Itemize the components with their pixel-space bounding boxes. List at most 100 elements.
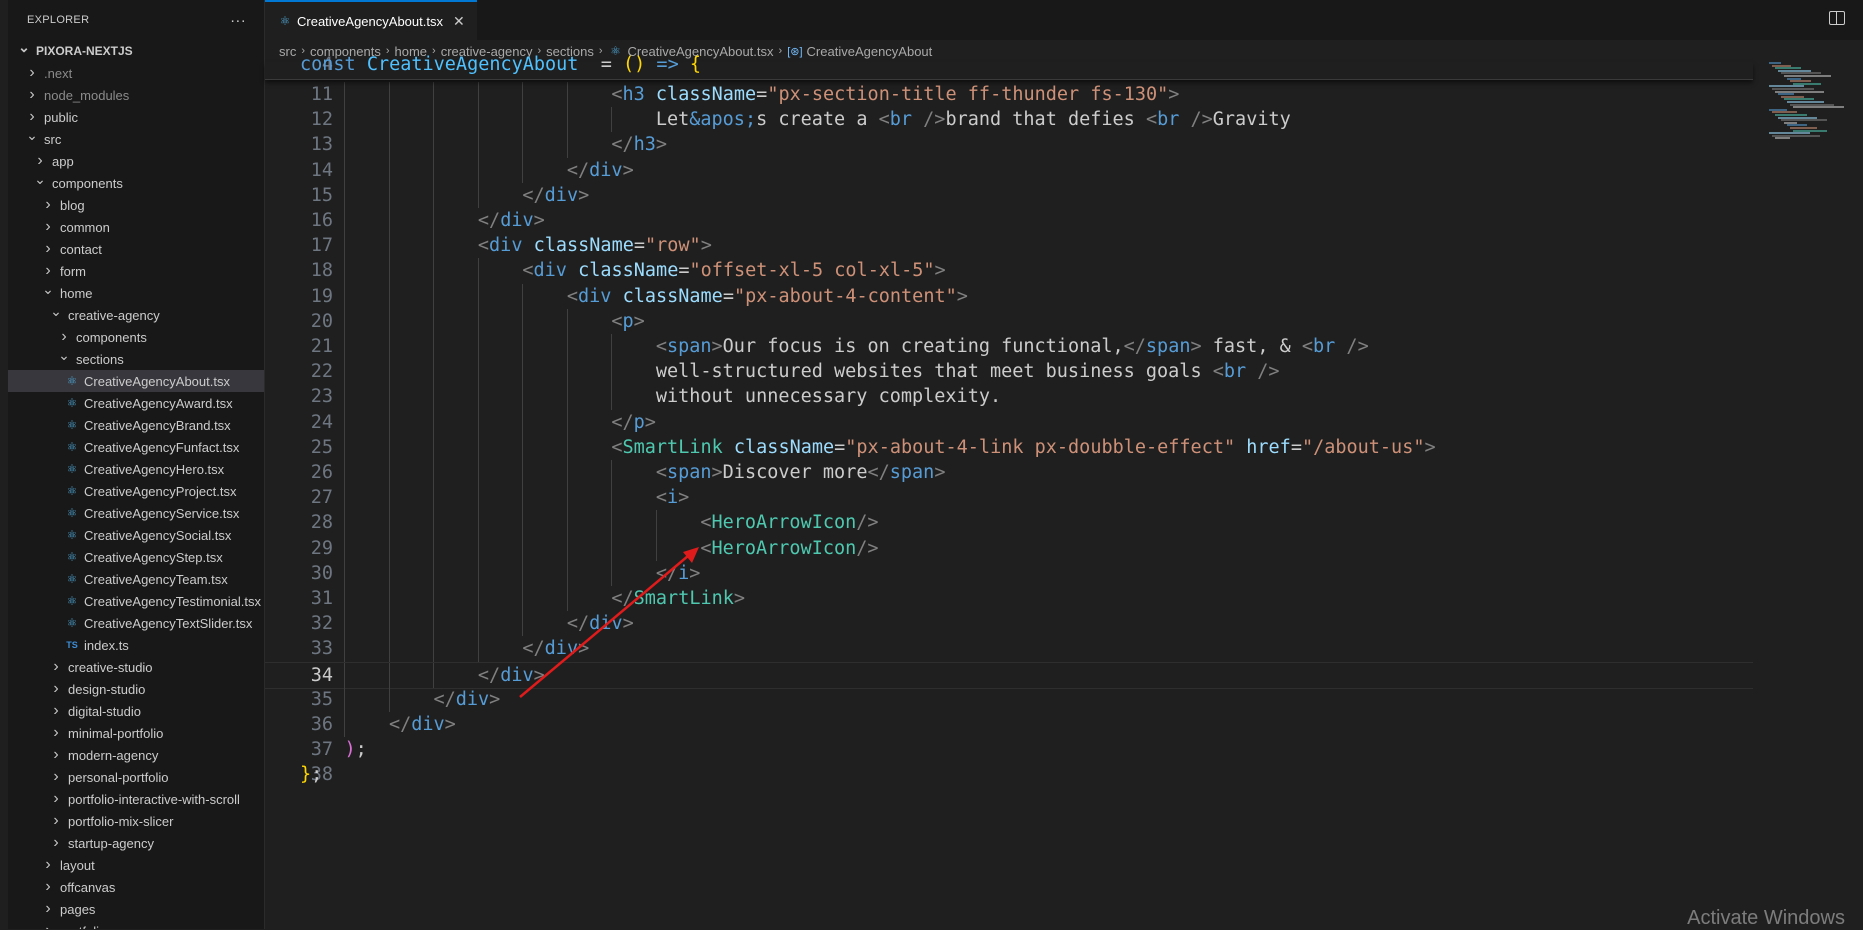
code-line[interactable]: 29 <HeroArrowIcon/> xyxy=(265,535,1753,561)
file-item[interactable]: ⚛ CreativeAgencyFunfact.tsx xyxy=(8,436,264,458)
ellipsis-icon[interactable]: ··· xyxy=(230,12,246,29)
folder-item[interactable]: › contact xyxy=(8,238,264,260)
folder-item[interactable]: › common xyxy=(8,216,264,238)
code-line[interactable]: 35 </div> xyxy=(265,686,1753,712)
code-line[interactable]: 32 </div> xyxy=(265,611,1753,637)
file-item[interactable]: TS index.ts xyxy=(8,634,264,656)
sticky-scroll-line[interactable]: 4 const CreativeAgencyAbout = () => { xyxy=(265,55,1753,80)
folder-item[interactable]: › app xyxy=(8,150,264,172)
code-line[interactable]: 14 </div> xyxy=(265,157,1753,183)
breadcrumb-item[interactable]: CreativeAgencyAbout xyxy=(807,44,933,59)
code-token: ) xyxy=(344,739,356,761)
code-line[interactable]: 22 well-structured websites that meet bus… xyxy=(265,359,1753,385)
folder-item[interactable]: › creative-studio xyxy=(8,656,264,678)
split-editor-icon[interactable] xyxy=(1829,11,1845,25)
code-token: > xyxy=(711,336,723,357)
indent-guide xyxy=(611,510,613,536)
code-token: < xyxy=(655,336,667,357)
file-item[interactable]: ⚛ CreativeAgencyAbout.tsx xyxy=(8,370,264,392)
code-line[interactable]: 26 <span>Discover more</span> xyxy=(265,460,1753,486)
tab-label: CreativeAgencyAbout.tsx xyxy=(297,13,443,29)
indent-guide xyxy=(611,107,613,133)
code-line[interactable]: 12 Let&apos;s create a <br />brand that d… xyxy=(265,107,1753,133)
chevron-right-icon: › xyxy=(53,702,59,719)
file-item[interactable]: ⚛ CreativeAgencyAward.tsx xyxy=(8,392,264,414)
folder-item[interactable]: ⌄ creative-agency xyxy=(8,303,264,326)
code-line[interactable]: 33 </div> xyxy=(265,636,1753,662)
code-text: without unnecessary complexity. xyxy=(656,384,1001,409)
file-item[interactable]: ⚛ CreativeAgencySocial.tsx xyxy=(8,524,264,546)
tab-creative-agency-about[interactable]: ⚛ CreativeAgencyAbout.tsx ✕ xyxy=(265,0,477,40)
folder-item[interactable]: › node_modules xyxy=(8,84,264,106)
folder-item[interactable]: › form xyxy=(8,260,264,282)
code-line[interactable]: 17 <div className="row"> xyxy=(265,233,1753,259)
folder-item[interactable]: › modern-agency xyxy=(8,744,264,766)
code-line[interactable]: 11 <h3 className="px-section-title ff-thu… xyxy=(265,82,1753,108)
indent-guide xyxy=(522,409,524,435)
code-line[interactable]: 31 </SmartLink> xyxy=(265,586,1753,612)
file-item[interactable]: ⚛ CreativeAgencyHero.tsx xyxy=(8,458,264,480)
folder-item[interactable]: › blog xyxy=(8,194,264,216)
code-line[interactable]: 36 </div> xyxy=(265,712,1753,738)
indent-guide xyxy=(344,233,346,259)
folder-item[interactable]: › startup-agency xyxy=(8,832,264,854)
folder-item[interactable]: ⌄ PIXORA-NEXTJS xyxy=(8,39,264,62)
code-line[interactable]: 28 <HeroArrowIcon/> xyxy=(265,510,1753,536)
code-line[interactable]: 34 </div> xyxy=(265,661,1753,689)
file-item[interactable]: ⚛ CreativeAgencyService.tsx xyxy=(8,502,264,524)
minimap[interactable] xyxy=(1763,62,1853,142)
folder-item[interactable]: › portfolio-mix-slicer xyxy=(8,810,264,832)
folder-item[interactable]: › pages xyxy=(8,898,264,920)
breadcrumb-item[interactable]: src xyxy=(279,44,296,59)
folder-item[interactable]: ⌄ sections xyxy=(8,347,264,370)
code-line[interactable]: 27 <i> xyxy=(265,485,1753,511)
chevron-right-icon: › xyxy=(53,658,59,675)
code-line[interactable]: 18 <div className="offset-xl-5 col-xl-5"> xyxy=(265,258,1753,284)
code-line[interactable]: 19 <div className="px-about-4-content"> xyxy=(265,283,1753,309)
folder-item[interactable]: ⌄ src xyxy=(8,127,264,150)
line-number: 11 xyxy=(310,84,333,105)
folder-item[interactable]: › design-studio xyxy=(8,678,264,700)
code-text: </h3> xyxy=(611,132,667,157)
code-line[interactable]: 24 </p> xyxy=(265,409,1753,435)
code-line[interactable]: 23 without unnecessary complexity. xyxy=(265,384,1753,410)
folder-item[interactable]: ⌄ home xyxy=(8,281,264,304)
code-line[interactable]: 37); xyxy=(265,737,1753,762)
folder-item[interactable]: › components xyxy=(8,326,264,348)
folder-item[interactable]: › portfolio xyxy=(8,920,264,929)
folder-item[interactable]: › personal-portfolio xyxy=(8,766,264,788)
code-token: < xyxy=(1301,336,1314,357)
folder-item[interactable]: › offcanvas xyxy=(8,876,264,898)
folder-item[interactable]: › public xyxy=(8,106,264,128)
file-item[interactable]: ⚛ CreativeAgencyTestimonial.tsx xyxy=(8,590,264,612)
code-line[interactable]: 25 <SmartLink className="px-about-4-link … xyxy=(265,434,1753,460)
folder-item[interactable]: › digital-studio xyxy=(8,700,264,722)
code-token: </ xyxy=(611,134,634,156)
file-item[interactable]: ⚛ CreativeAgencyTextSlider.tsx xyxy=(8,612,264,634)
folder-item[interactable]: › portfolio-interactive-with-scroll xyxy=(8,788,264,810)
file-item[interactable]: ⚛ CreativeAgencyProject.tsx xyxy=(8,480,264,502)
close-icon[interactable]: ✕ xyxy=(453,13,465,30)
code-editor[interactable]: 4 const CreativeAgencyAbout = () => {11 <h… xyxy=(265,55,1753,929)
code-line[interactable]: 15 </div> xyxy=(265,182,1753,208)
folder-item[interactable]: › .next xyxy=(8,62,264,84)
code-line[interactable]: 30 </i> xyxy=(265,560,1753,586)
code-line[interactable]: 16 </div> xyxy=(265,208,1753,234)
file-item[interactable]: ⚛ CreativeAgencyBrand.tsx xyxy=(8,414,264,436)
folder-item[interactable]: › layout xyxy=(8,854,264,876)
code-token: className xyxy=(611,285,723,307)
code-token: > xyxy=(733,588,746,609)
code-line[interactable]: 13 </h3> xyxy=(265,132,1753,158)
indent-guide xyxy=(522,560,524,586)
code-token: > xyxy=(622,613,634,635)
folder-item[interactable]: ⌄ components xyxy=(8,171,264,194)
file-item[interactable]: ⚛ CreativeAgencyStep.tsx xyxy=(8,546,264,568)
tree-item-label: minimal-portfolio xyxy=(68,725,164,741)
code-line[interactable]: 20 <p> xyxy=(265,308,1753,334)
folder-item[interactable]: › minimal-portfolio xyxy=(8,722,264,744)
file-item[interactable]: ⚛ CreativeAgencyTeam.tsx xyxy=(8,568,264,590)
tree-item-label: startup-agency xyxy=(68,835,154,851)
code-line[interactable]: 38}; xyxy=(265,762,1753,787)
code-text: </div> xyxy=(567,611,634,636)
code-line[interactable]: 21 <span>Our focus is on creating functio… xyxy=(265,334,1753,360)
